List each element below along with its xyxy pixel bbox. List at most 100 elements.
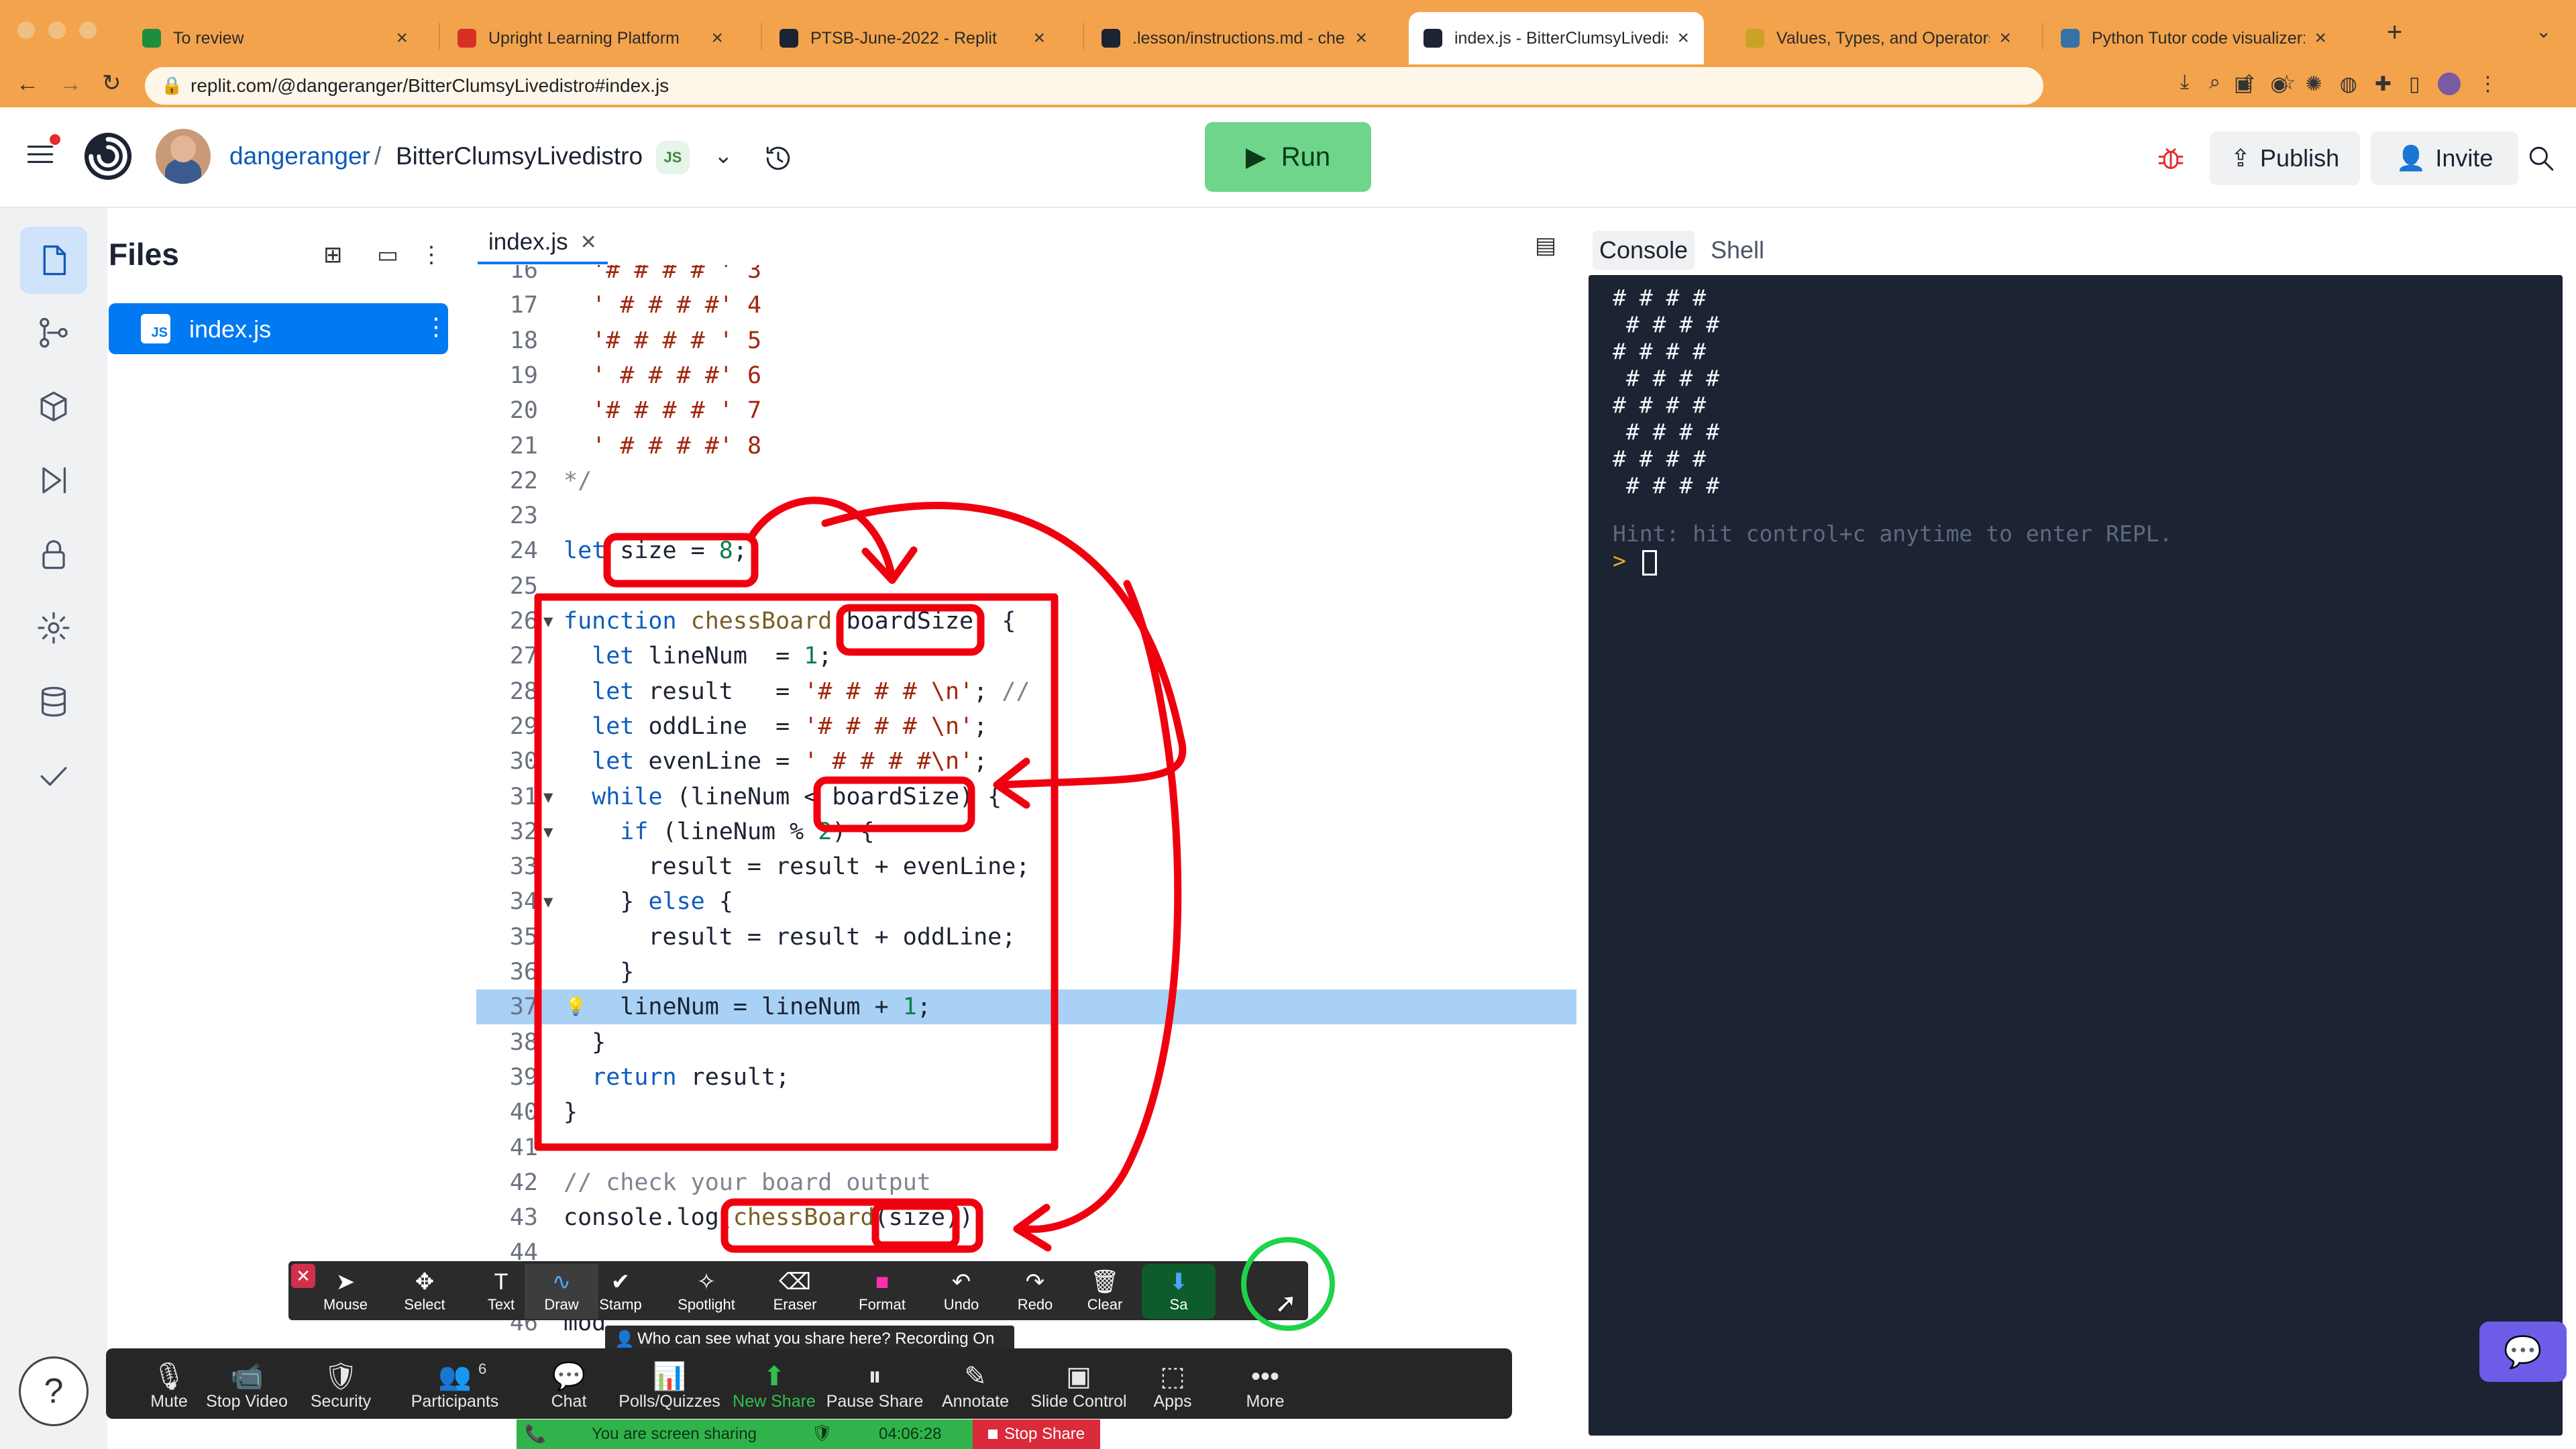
code-line[interactable]: 26 ▼ function chessBoard(boardSize) { [476, 604, 1576, 639]
code-line[interactable]: 19 ' # # # #' 6 [476, 358, 1576, 393]
code-line[interactable]: 22 */ [476, 464, 1576, 498]
repl-name[interactable]: BitterClumsyLivedistro [396, 142, 643, 170]
code-line[interactable]: 33 result = result + evenLine; [476, 849, 1576, 884]
annotate-tool-sa[interactable]: ⬇ Sa [1142, 1264, 1216, 1319]
close-tab-icon[interactable]: × [711, 27, 723, 50]
code-line[interactable]: 16 '# # # # ' 3 [476, 265, 1576, 288]
browser-tab[interactable]: PTSB-June-2022 - Replit × [765, 12, 1060, 64]
code-line[interactable]: 27 let lineNum = 1; [476, 639, 1576, 674]
chevron-down-icon[interactable]: ⌄ [714, 142, 733, 169]
annotate-tool-eraser[interactable]: ⌫ Eraser [758, 1264, 832, 1319]
user-link[interactable]: dangeranger [229, 142, 370, 170]
download-icon[interactable]: ⤓ [2180, 71, 2189, 95]
annotate-tool-mouse[interactable]: ➤ Mouse [309, 1264, 382, 1319]
annotate-tool-clear[interactable]: 🗑 Clear [1068, 1264, 1142, 1319]
close-tab-icon[interactable]: × [1677, 27, 1689, 50]
version-control-icon[interactable] [30, 309, 78, 357]
code-line[interactable]: 30 let evenLine = ' # # # #\n'; [476, 744, 1576, 779]
files-menu-kebab-icon[interactable]: ⋮ [420, 241, 443, 268]
code-line[interactable]: 40} [476, 1095, 1576, 1130]
browser-tab[interactable]: Python Tutor code visualizer: V × [2046, 12, 2341, 64]
zoom-icon[interactable]: ⌕ [2209, 71, 2220, 95]
code-line[interactable]: 23 [476, 498, 1576, 533]
new-folder-icon[interactable]: ▭ [377, 241, 398, 268]
close-tab-icon[interactable]: ✕ [580, 231, 597, 254]
code-line[interactable]: 24 let size = 8; [476, 533, 1576, 568]
history-icon[interactable] [757, 140, 800, 177]
meeting-tool-chat[interactable]: 💬 Chat [519, 1356, 619, 1417]
fold-arrow-icon[interactable]: ▼ [543, 780, 553, 814]
annotate-tool-stamp[interactable]: ✔ Stamp [584, 1264, 657, 1319]
packages-cube-icon[interactable] [30, 382, 78, 431]
files-tool-icon[interactable] [20, 227, 87, 294]
code-line[interactable]: 38 } [476, 1025, 1576, 1060]
new-file-icon[interactable]: ⊞ [323, 241, 343, 268]
secrets-lock-icon[interactable] [30, 530, 78, 578]
code-line[interactable]: 43 console.log(chessBoard(size)); [476, 1200, 1576, 1235]
meeting-tool-new-share[interactable]: ⬆ New Share [724, 1356, 824, 1417]
stop-share-button[interactable]: Stop Share [973, 1419, 1100, 1449]
search-icon[interactable] [2520, 137, 2563, 180]
address-bar[interactable]: 🔒 replit.com/@dangeranger/BitterClumsyLi… [145, 67, 2043, 105]
meeting-tool-participants[interactable]: 👥 Participants 6 [405, 1356, 505, 1417]
menu-kebab-icon[interactable]: ⋮ [2478, 72, 2498, 96]
browser-tab[interactable]: To review × [127, 12, 423, 64]
extensions-puzzle-icon[interactable]: ✚ [2375, 72, 2392, 96]
meeting-tool-polls-quizzes[interactable]: 📊 Polls/Quizzes [619, 1356, 720, 1417]
editor-settings-icon[interactable]: ▤ [1535, 232, 1556, 259]
fold-arrow-icon[interactable]: ▼ [543, 814, 553, 849]
code-line[interactable]: 20 '# # # # ' 7 [476, 393, 1576, 428]
profile-avatar[interactable] [2437, 72, 2461, 95]
browser-tab[interactable]: index.js - BitterClumsyLivedist × [1409, 12, 1704, 64]
code-line[interactable]: 35 result = result + oddLine; [476, 920, 1576, 955]
minimize-window-dot[interactable] [48, 21, 66, 39]
code-line[interactable]: 37 💡 lineNum = lineNum + 1; [476, 989, 1576, 1025]
close-tab-icon[interactable]: × [1999, 27, 2011, 50]
settings-gear-icon[interactable] [30, 604, 78, 652]
fold-arrow-icon[interactable]: ▼ [543, 604, 553, 639]
browser-tab[interactable]: .lesson/instructions.md - ches × [1087, 12, 1382, 64]
editor-tab-index-js[interactable]: index.js ✕ [478, 223, 608, 264]
code-editor[interactable]: 16 '# # # # ' 3 17 ' # # # #' 4 18 '# # # … [476, 265, 1576, 1365]
file-item-index-js[interactable]: JS index.js ⋮ [109, 303, 448, 354]
close-tab-icon[interactable]: × [1355, 27, 1367, 50]
close-window-dot[interactable] [17, 21, 35, 39]
replit-logo-icon[interactable] [80, 129, 136, 184]
meeting-tool-more[interactable]: ••• More [1215, 1356, 1316, 1417]
invite-button[interactable]: 👤 Invite [2371, 131, 2518, 185]
browser-tab[interactable]: Upright Learning Platform × [443, 12, 738, 64]
meeting-tool-stop-video[interactable]: 📹 Stop Video [197, 1356, 297, 1417]
extension-icon[interactable]: ◉ [2270, 72, 2288, 96]
code-line[interactable]: 17 ' # # # #' 4 [476, 288, 1576, 323]
publish-button[interactable]: ⇪ Publish [2210, 131, 2360, 185]
annotate-tool-spotlight[interactable]: ✧ Spotlight [669, 1264, 743, 1319]
code-line[interactable]: 41 [476, 1130, 1576, 1165]
zoom-window-dot[interactable] [79, 21, 97, 39]
checkmark-icon[interactable] [30, 751, 78, 800]
help-button[interactable]: ? [19, 1356, 89, 1426]
meeting-tool-apps[interactable]: ⬚ Apps [1122, 1356, 1223, 1417]
code-line[interactable]: 18 '# # # # ' 5 [476, 323, 1576, 358]
database-icon[interactable] [30, 678, 78, 726]
code-line[interactable]: 21 ' # # # #' 8 [476, 429, 1576, 464]
tab-console[interactable]: Console [1593, 231, 1695, 270]
code-line[interactable]: 39 return result; [476, 1060, 1576, 1095]
fold-arrow-icon[interactable]: ▼ [543, 884, 553, 919]
extension-icon[interactable]: ▣ [2234, 72, 2253, 96]
back-arrow-icon[interactable]: ← [16, 71, 39, 97]
annotate-tool-redo[interactable]: ↷ Redo [998, 1264, 1072, 1319]
extension-icon[interactable]: ◍ [2340, 72, 2357, 96]
extension-icon[interactable]: ✺ [2306, 72, 2322, 96]
code-line[interactable]: 34 ▼ } else { [476, 884, 1576, 919]
meeting-tool-security[interactable]: 🛡 Security [290, 1356, 391, 1417]
code-line[interactable]: 29 let oddLine = '# # # # \n'; [476, 709, 1576, 744]
hamburger-menu-icon[interactable] [20, 134, 60, 174]
meeting-tool-slide-control[interactable]: ▣ Slide Control [1028, 1356, 1129, 1417]
close-tab-icon[interactable]: × [396, 27, 408, 50]
browser-tab[interactable]: Values, Types, and Operators :: × [1731, 12, 2026, 64]
close-tab-icon[interactable]: × [2314, 27, 2326, 50]
annotate-tool-format[interactable]: ■ Format [845, 1264, 919, 1319]
forward-arrow-icon[interactable]: → [59, 71, 82, 97]
console-output[interactable]: # # # # # # # # # # # # # # # # # # # # # … [1589, 275, 2563, 1436]
debugger-play-icon[interactable] [30, 456, 78, 504]
